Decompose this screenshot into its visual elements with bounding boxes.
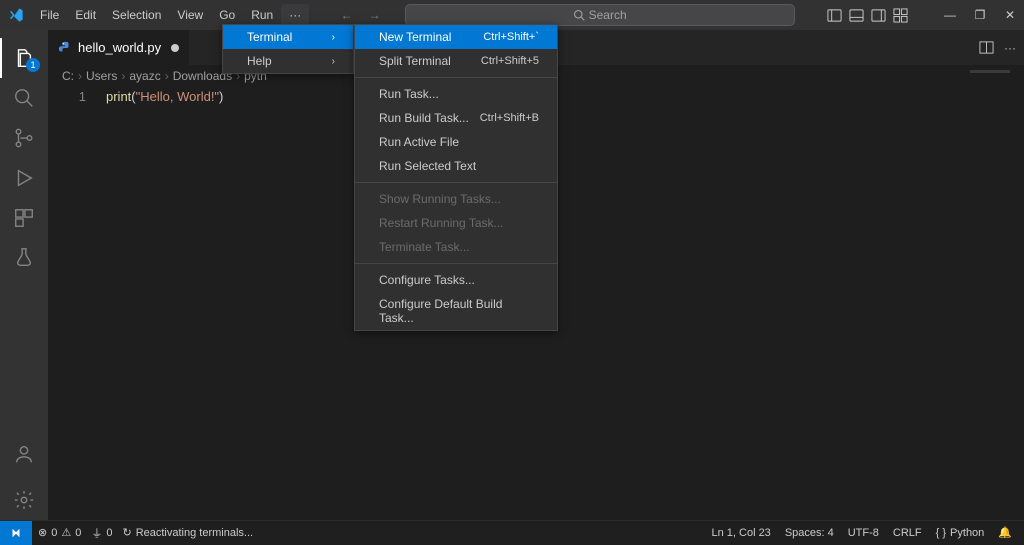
menu-label: Restart Running Task...: [379, 216, 504, 230]
activity-search[interactable]: [0, 78, 48, 118]
nav-back-icon[interactable]: ←: [341, 8, 353, 22]
warning-icon: ⚠: [61, 526, 71, 539]
menu-label: Help: [247, 54, 272, 68]
menu-edit[interactable]: Edit: [67, 4, 104, 26]
menu-run-active-file[interactable]: Run Active File: [355, 130, 557, 154]
radio-tower-icon: ⏚: [91, 525, 102, 541]
search-icon: [573, 9, 585, 21]
activity-source-control[interactable]: [0, 118, 48, 158]
menu-configure-tasks[interactable]: Configure Tasks...: [355, 268, 557, 292]
menu-label: Split Terminal: [379, 54, 451, 68]
crumb-drive[interactable]: C:: [62, 69, 74, 83]
overflow-terminal[interactable]: Terminal ›: [223, 25, 353, 49]
status-indent[interactable]: Spaces: 4: [785, 527, 834, 539]
menu-terminate-task: Terminate Task...: [355, 235, 557, 259]
crumb-user[interactable]: ayazc: [129, 69, 160, 83]
crumb-users[interactable]: Users: [86, 69, 117, 83]
remote-indicator-icon[interactable]: [0, 521, 32, 545]
menu-run-build-task[interactable]: Run Build Task... Ctrl+Shift+B: [355, 106, 557, 130]
window-close-icon[interactable]: ✕: [1004, 8, 1016, 22]
search-placeholder: Search: [589, 8, 627, 22]
chevron-right-icon: ›: [332, 32, 335, 43]
menu-show-running-tasks: Show Running Tasks...: [355, 187, 557, 211]
menu-selection[interactable]: Selection: [104, 4, 169, 26]
menu-label: Run Active File: [379, 135, 459, 149]
menu-label: Run Build Task...: [379, 111, 469, 125]
status-bar: ⊗0 ⚠0 ⏚0 ↻Reactivating terminals... Ln 1…: [0, 520, 1024, 544]
menu-run[interactable]: Run: [243, 4, 281, 26]
menu-overflow-icon[interactable]: ···: [281, 4, 309, 26]
menu-label: Run Task...: [379, 87, 439, 101]
menu-new-terminal[interactable]: New Terminal Ctrl+Shift+`: [355, 25, 557, 49]
toggle-primary-sidebar-icon[interactable]: [826, 8, 842, 23]
toggle-secondary-sidebar-icon[interactable]: [870, 8, 886, 23]
chevron-right-icon: ›: [332, 56, 335, 67]
toggle-panel-icon[interactable]: [848, 8, 864, 23]
dirty-indicator-icon: [171, 44, 179, 52]
menu-label: Terminal: [247, 30, 292, 44]
error-icon: ⊗: [38, 526, 47, 539]
explorer-badge: 1: [26, 58, 40, 72]
command-center-search[interactable]: Search: [405, 4, 795, 26]
menu-label: Configure Default Build Task...: [379, 297, 539, 325]
menu-shortcut: Ctrl+Shift+B: [480, 112, 539, 124]
minimap[interactable]: [970, 70, 1010, 73]
menu-restart-running-task: Restart Running Task...: [355, 211, 557, 235]
tab-label: hello_world.py: [78, 40, 161, 55]
menu-label: Run Selected Text: [379, 159, 476, 173]
status-activity[interactable]: ↻Reactivating terminals...: [122, 526, 253, 539]
menu-view[interactable]: View: [169, 4, 211, 26]
status-eol[interactable]: CRLF: [893, 527, 922, 539]
overflow-menu: Terminal › Help ›: [222, 24, 354, 74]
menu-split-terminal[interactable]: Split Terminal Ctrl+Shift+5: [355, 49, 557, 73]
menu-run-selected-text[interactable]: Run Selected Text: [355, 154, 557, 178]
code-content: print("Hello, World!"): [106, 89, 223, 104]
terminal-menu: New Terminal Ctrl+Shift+` Split Terminal…: [354, 24, 558, 331]
menu-configure-default-build-task[interactable]: Configure Default Build Task...: [355, 292, 557, 330]
activity-run-debug[interactable]: [0, 158, 48, 198]
status-cursor[interactable]: Ln 1, Col 23: [711, 527, 770, 539]
activity-explorer[interactable]: 1: [0, 38, 48, 78]
python-file-icon: [58, 41, 72, 55]
split-editor-icon[interactable]: [979, 40, 994, 55]
menubar: File Edit Selection View Go Run ···: [32, 4, 309, 26]
menu-label: Configure Tasks...: [379, 273, 475, 287]
customize-layout-icon[interactable]: [892, 8, 908, 23]
status-language[interactable]: { }Python: [936, 527, 985, 539]
menu-label: Show Running Tasks...: [379, 192, 501, 206]
menu-shortcut: Ctrl+Shift+5: [481, 55, 539, 67]
status-encoding[interactable]: UTF-8: [848, 527, 879, 539]
line-number: 1: [48, 89, 106, 104]
braces-icon: { }: [936, 527, 946, 539]
activity-bar: 1: [0, 30, 48, 520]
activity-settings[interactable]: [0, 480, 48, 520]
menu-file[interactable]: File: [32, 4, 67, 26]
nav-forward-icon[interactable]: →: [369, 8, 381, 22]
status-problems[interactable]: ⊗0 ⚠0: [38, 526, 81, 539]
overflow-help[interactable]: Help ›: [223, 49, 353, 73]
window-minimize-icon[interactable]: —: [944, 8, 956, 22]
activity-extensions[interactable]: [0, 198, 48, 238]
more-actions-icon[interactable]: ···: [1004, 41, 1016, 55]
menu-label: New Terminal: [379, 30, 451, 44]
vscode-logo-icon: [8, 7, 24, 23]
activity-accounts[interactable]: [0, 434, 48, 474]
status-ports[interactable]: ⏚0: [91, 525, 112, 541]
menu-shortcut: Ctrl+Shift+`: [483, 31, 539, 43]
menu-label: Terminate Task...: [379, 240, 469, 254]
activity-testing[interactable]: [0, 238, 48, 278]
window-restore-icon[interactable]: ❐: [974, 8, 986, 22]
status-notifications-icon[interactable]: 🔔: [998, 526, 1012, 539]
menu-go[interactable]: Go: [211, 4, 243, 26]
tab-hello-world[interactable]: hello_world.py: [48, 30, 189, 65]
menu-run-task[interactable]: Run Task...: [355, 82, 557, 106]
sync-icon: ↻: [122, 526, 131, 539]
